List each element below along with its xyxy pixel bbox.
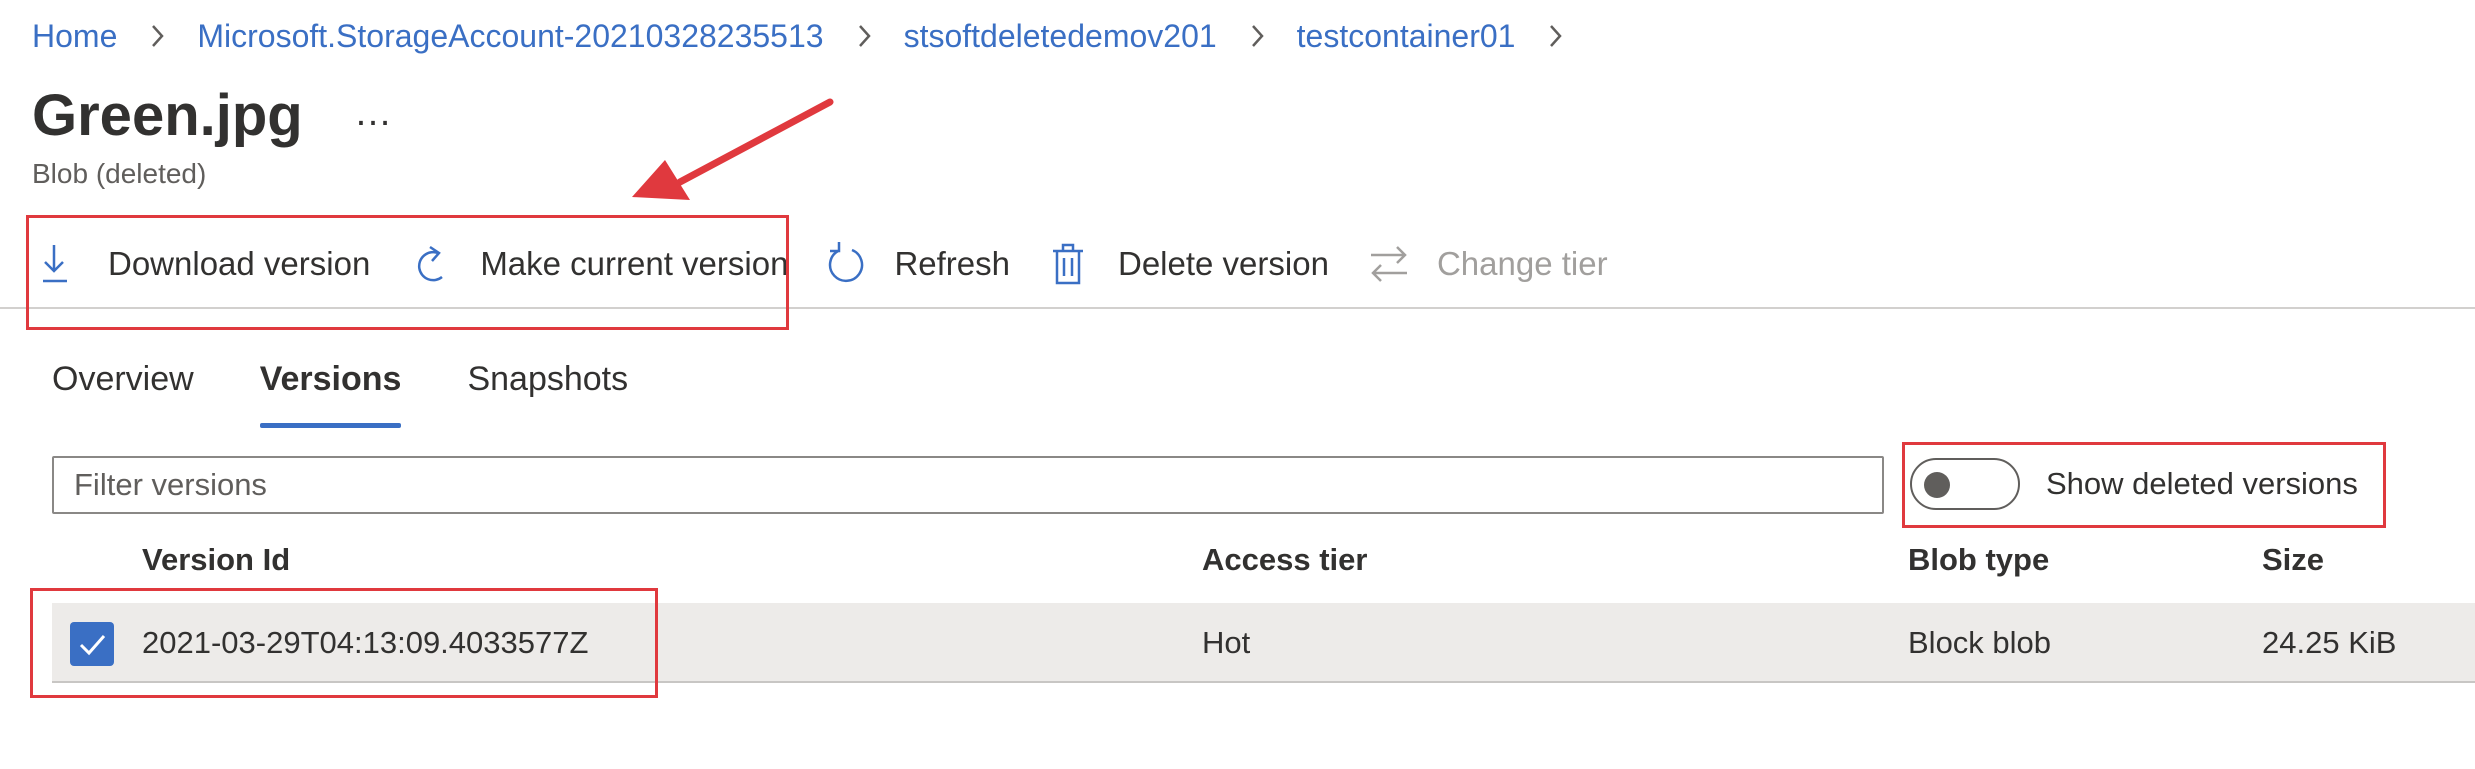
- column-header-blob-type[interactable]: Blob type: [1908, 542, 2049, 578]
- download-version-label: Download version: [108, 245, 371, 282]
- change-tier-label: Change tier: [1436, 245, 1608, 282]
- trash-icon: [1053, 243, 1083, 285]
- refresh-label: Refresh: [894, 245, 1010, 282]
- tab-snapshots[interactable]: Snapshots: [467, 360, 628, 424]
- table-header: Version Id Access tier Blob type Size: [0, 536, 2475, 586]
- table-row[interactable]: 2021-03-29T04:13:09.4033577Z Hot Block b…: [52, 603, 2475, 683]
- show-deleted-versions-label: Show deleted versions: [2046, 466, 2358, 501]
- breadcrumb-container[interactable]: testcontainer01: [1297, 18, 1516, 55]
- swap-arrows-icon: [1370, 246, 1407, 282]
- refresh-icon: [829, 242, 864, 283]
- download-version-button[interactable]: Download version: [40, 241, 370, 287]
- make-current-version-label: Make current version: [480, 245, 789, 282]
- refresh-button[interactable]: Refresh: [826, 241, 1010, 287]
- delete-version-button[interactable]: Delete version: [1050, 241, 1329, 287]
- chevron-right-icon: [858, 25, 871, 47]
- tab-list: Overview Versions Snapshots: [52, 360, 694, 428]
- column-header-access-tier[interactable]: Access tier: [1202, 542, 1367, 578]
- page-subtitle: Blob (deleted): [32, 158, 207, 189]
- change-tier-button[interactable]: Change tier: [1369, 241, 1608, 287]
- breadcrumb-home[interactable]: Home: [32, 18, 117, 55]
- row-checkbox[interactable]: [70, 622, 114, 666]
- redo-icon: [418, 245, 444, 282]
- checkmark-icon: [79, 635, 106, 656]
- filter-versions-input[interactable]: [52, 456, 1884, 514]
- cell-size: 24.25 KiB: [2262, 625, 2397, 660]
- column-header-size[interactable]: Size: [2262, 542, 2324, 578]
- column-header-version-id[interactable]: Version Id: [142, 542, 290, 578]
- toolbar-divider: [0, 307, 2475, 309]
- chevron-right-icon: [1251, 25, 1264, 47]
- breadcrumb-account-name[interactable]: stsoftdeletedemov201: [904, 18, 1217, 55]
- delete-version-label: Delete version: [1118, 245, 1329, 282]
- more-options-button[interactable]: …: [354, 92, 393, 135]
- show-deleted-versions-toggle[interactable]: Show deleted versions: [1910, 458, 2358, 510]
- breadcrumb-storage-account[interactable]: Microsoft.StorageAccount-20210328235513: [197, 18, 823, 55]
- toggle-off-icon[interactable]: [1910, 458, 2020, 510]
- chevron-right-icon: [1550, 25, 1563, 47]
- cell-blob-type: Block blob: [1908, 625, 2052, 660]
- page-title: Green.jpg: [32, 83, 303, 148]
- cell-version-id: 2021-03-29T04:13:09.4033577Z: [142, 625, 589, 660]
- cell-access-tier: Hot: [1202, 625, 1251, 660]
- tab-versions[interactable]: Versions: [259, 360, 401, 428]
- tab-overview[interactable]: Overview: [52, 360, 194, 424]
- command-bar: Download version Make current version Re…: [40, 228, 1608, 300]
- breadcrumb: Home Microsoft.StorageAccount-2021032823…: [32, 14, 1595, 58]
- download-icon: [43, 245, 67, 283]
- make-current-version-button[interactable]: Make current version: [412, 241, 788, 287]
- chevron-right-icon: [152, 25, 165, 47]
